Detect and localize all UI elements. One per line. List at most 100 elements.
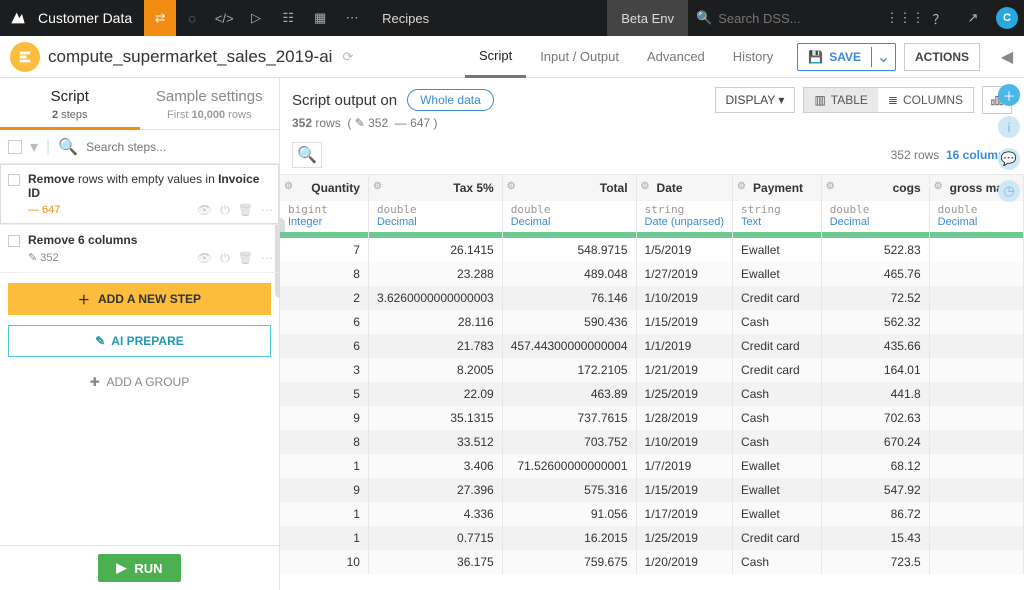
cell[interactable]: 759.675 — [502, 550, 636, 574]
global-search-input[interactable] — [718, 11, 858, 26]
more-icon[interactable]: ⋯ — [261, 203, 273, 218]
tab-input-output[interactable]: Input / Output — [526, 36, 633, 78]
col-meaning[interactable]: Date (unparsed) — [636, 216, 733, 232]
cell[interactable]: 1 — [280, 502, 368, 526]
more-icon[interactable]: ⋯ — [261, 251, 273, 266]
more-icon[interactable]: ⋯ — [336, 0, 368, 36]
col-meaning[interactable]: Decimal — [821, 216, 929, 232]
cell[interactable]: 457.44300000000004 — [502, 334, 636, 358]
save-dropdown[interactable]: ⌄ — [871, 47, 895, 67]
cell[interactable]: 36.175 — [368, 550, 502, 574]
cell[interactable] — [929, 502, 1023, 526]
env-badge[interactable]: Beta Env — [607, 0, 688, 36]
help-icon[interactable]: ？ — [922, 0, 956, 36]
save-button[interactable]: 💾SAVE ⌄ — [797, 43, 896, 71]
cell[interactable]: 68.12 — [821, 454, 929, 478]
cell[interactable]: 27.396 — [368, 478, 502, 502]
select-all-steps-checkbox[interactable] — [8, 140, 22, 154]
cell[interactable]: 1/7/2019 — [636, 454, 733, 478]
cell[interactable]: Ewallet — [733, 478, 822, 502]
cell[interactable]: 3 — [280, 358, 368, 382]
cell[interactable]: 172.2105 — [502, 358, 636, 382]
cell[interactable]: 489.048 — [502, 262, 636, 286]
step-checkbox[interactable] — [8, 235, 20, 247]
cell[interactable]: 91.056 — [502, 502, 636, 526]
cell[interactable] — [929, 430, 1023, 454]
table-search-icon[interactable]: 🔍 — [292, 142, 322, 168]
table-row[interactable]: 10.771516.20151/25/2019Credit card15.43 — [280, 526, 1024, 550]
stack-icon[interactable]: ☷ — [272, 0, 304, 36]
cell[interactable] — [929, 334, 1023, 358]
table-row[interactable]: 522.09463.891/25/2019Cash441.8 — [280, 382, 1024, 406]
table-row[interactable]: 823.288489.0481/27/2019Ewallet465.76 — [280, 262, 1024, 286]
chevron-down-icon[interactable]: ▾ — [30, 137, 38, 157]
steps-search-input[interactable] — [86, 140, 271, 154]
cell[interactable] — [929, 382, 1023, 406]
cell[interactable]: 723.5 — [821, 550, 929, 574]
cell[interactable] — [929, 262, 1023, 286]
cell[interactable]: 28.116 — [368, 310, 502, 334]
cell[interactable] — [929, 238, 1023, 262]
cell[interactable]: Credit card — [733, 358, 822, 382]
display-button[interactable]: DISPLAY ▾ — [715, 87, 796, 113]
dashboard-icon[interactable]: ▦ — [304, 0, 336, 36]
cell[interactable]: 9 — [280, 478, 368, 502]
cell[interactable]: 10 — [280, 550, 368, 574]
cell[interactable]: 8 — [280, 430, 368, 454]
cell[interactable]: 1/10/2019 — [636, 430, 733, 454]
power-icon[interactable]: ⏻ — [220, 251, 230, 266]
cell[interactable]: Cash — [733, 382, 822, 406]
logo-bird-icon[interactable] — [0, 10, 36, 26]
cell[interactable]: 1/20/2019 — [636, 550, 733, 574]
cell[interactable]: 3.406 — [368, 454, 502, 478]
cell[interactable]: 435.66 — [821, 334, 929, 358]
gear-icon[interactable]: ⚙ — [737, 181, 746, 192]
project-name[interactable]: Customer Data — [36, 10, 144, 26]
gear-icon[interactable]: ⚙ — [507, 181, 516, 192]
col-header[interactable]: ⚙Total — [502, 175, 636, 201]
cell[interactable]: 1/15/2019 — [636, 310, 733, 334]
cell[interactable]: 3.6260000000000003 — [368, 286, 502, 310]
gear-icon[interactable]: ⚙ — [826, 181, 835, 192]
tab-advanced[interactable]: Advanced — [633, 36, 719, 78]
cell[interactable] — [929, 406, 1023, 430]
rail-info-icon[interactable]: i — [998, 116, 1020, 138]
table-row[interactable]: 23.626000000000000376.1461/10/2019Credit… — [280, 286, 1024, 310]
table-row[interactable]: 621.783457.443000000000041/1/2019Credit … — [280, 334, 1024, 358]
cell[interactable]: 1/1/2019 — [636, 334, 733, 358]
cell[interactable]: 4.336 — [368, 502, 502, 526]
cell[interactable]: Ewallet — [733, 454, 822, 478]
col-header[interactable]: ⚙Tax 5% — [368, 175, 502, 201]
cell[interactable]: 23.288 — [368, 262, 502, 286]
cell[interactable]: 522.83 — [821, 238, 929, 262]
cell[interactable]: 76.146 — [502, 286, 636, 310]
table-row[interactable]: 833.512703.7521/10/2019Cash670.24 — [280, 430, 1024, 454]
rail-history-icon[interactable]: ◷ — [998, 180, 1020, 202]
gear-icon[interactable]: ⚙ — [284, 181, 293, 192]
cell[interactable]: 548.9715 — [502, 238, 636, 262]
apps-icon[interactable]: ⋮⋮⋮ — [888, 0, 922, 36]
cell[interactable]: 21.783 — [368, 334, 502, 358]
actions-button[interactable]: ACTIONS — [904, 43, 980, 71]
tab-script[interactable]: Script — [0, 78, 140, 109]
add-group-button[interactable]: ✚ ADD A GROUP — [0, 367, 279, 397]
cell[interactable] — [929, 478, 1023, 502]
tab-history[interactable]: History — [719, 36, 787, 78]
code-icon[interactable]: </> — [208, 0, 240, 36]
cell[interactable]: 703.752 — [502, 430, 636, 454]
table-row[interactable]: 935.1315737.76151/28/2019Cash702.63 — [280, 406, 1024, 430]
cell[interactable]: 1/17/2019 — [636, 502, 733, 526]
col-header[interactable]: ⚙Date — [636, 175, 733, 201]
open-right-panel-icon[interactable]: ◀ — [990, 47, 1024, 67]
refresh-icon[interactable]: ⟳ — [342, 49, 353, 65]
col-header[interactable]: ⚙cogs — [821, 175, 929, 201]
gear-icon[interactable]: ⚙ — [373, 181, 382, 192]
gear-icon[interactable]: ⚙ — [641, 181, 650, 192]
step-card[interactable]: Remove 6 columns✎ 352👁⏻🗑⋯ — [0, 225, 279, 273]
trash-icon[interactable]: 🗑 — [238, 203, 253, 218]
power-icon[interactable]: ⏻ — [220, 203, 230, 218]
cell[interactable] — [929, 550, 1023, 574]
table-row[interactable]: 38.2005172.21051/21/2019Credit card164.0… — [280, 358, 1024, 382]
cell[interactable]: 737.7615 — [502, 406, 636, 430]
view-table[interactable]: ▥ TABLE — [804, 88, 877, 112]
